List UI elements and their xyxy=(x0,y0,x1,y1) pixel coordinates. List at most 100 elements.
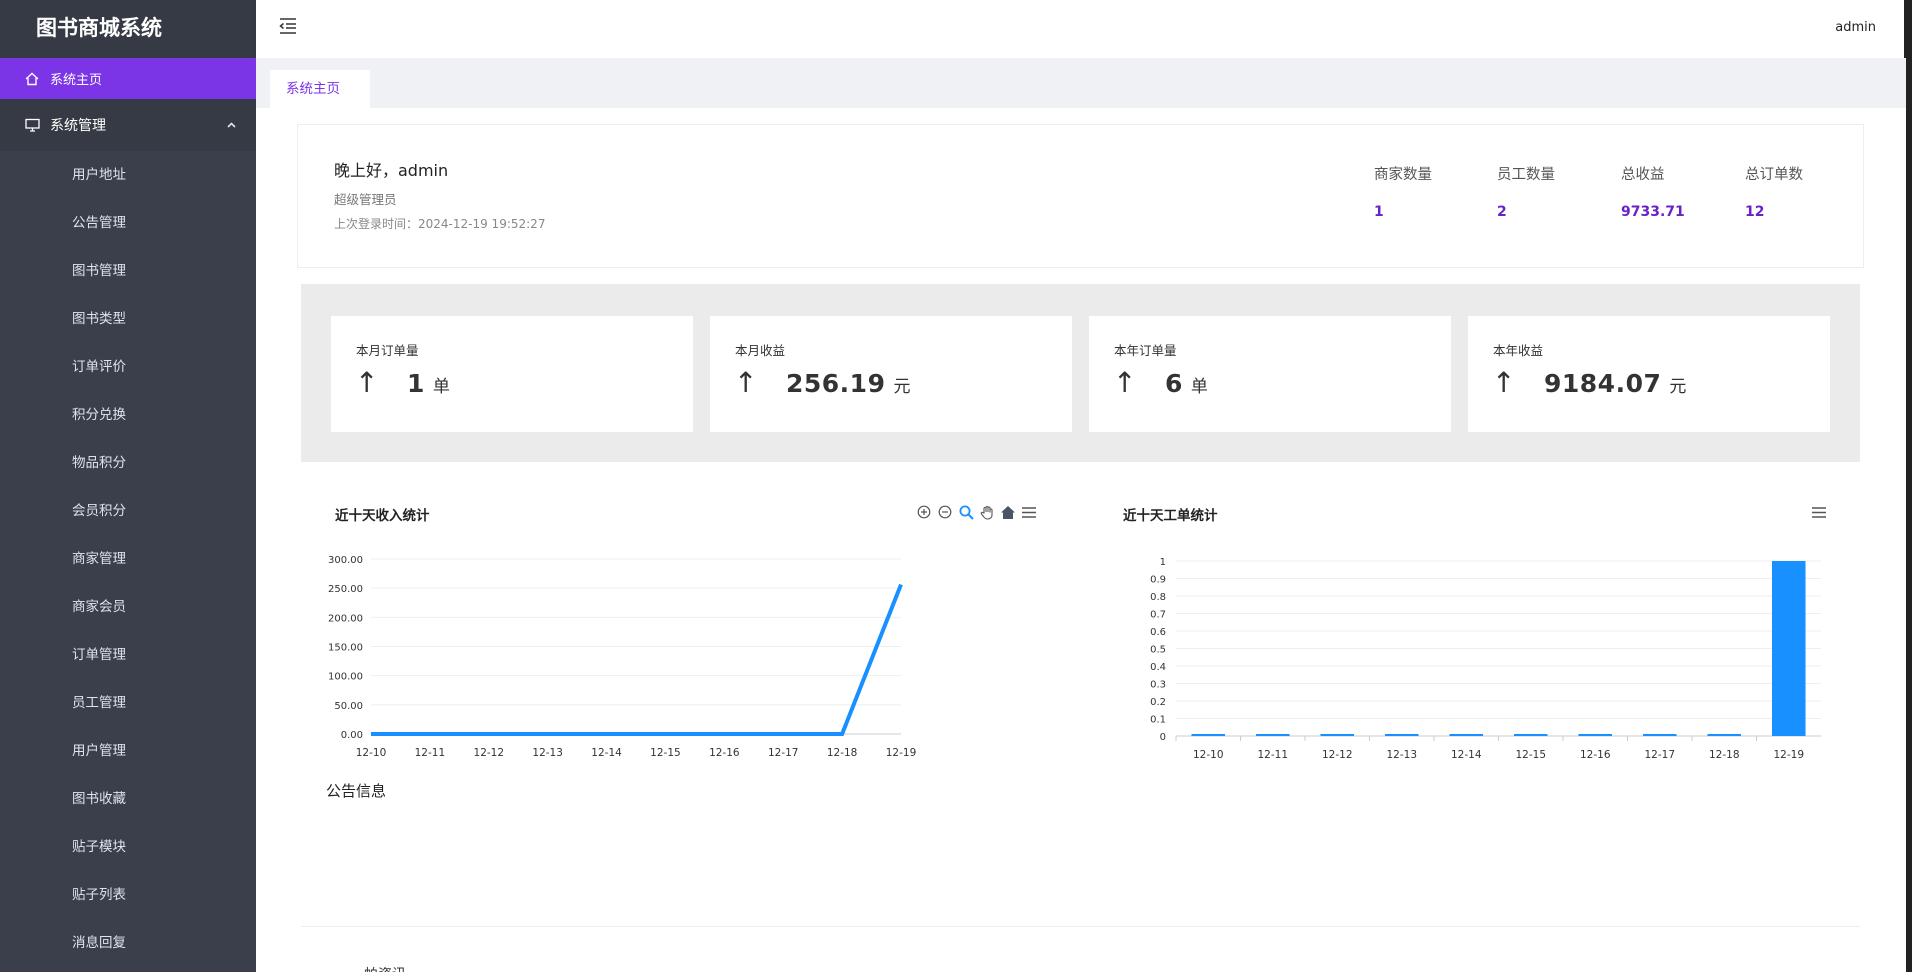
home-reset-icon[interactable] xyxy=(1000,504,1016,520)
sidebar-item[interactable]: 订单管理 xyxy=(0,631,256,679)
chart-income-title: 近十天收入统计 xyxy=(335,508,430,524)
user-menu[interactable]: admin xyxy=(1835,20,1876,35)
zoom-in-icon[interactable] xyxy=(916,504,932,520)
bar xyxy=(1255,734,1290,736)
x-tick-label: 12-16 xyxy=(1580,749,1611,761)
x-tick-label: 12-15 xyxy=(1515,749,1546,761)
sidebar-item[interactable]: 贴子列表 xyxy=(0,871,256,919)
sidebar-item[interactable]: 消息回复 xyxy=(0,919,256,967)
sidebar-item[interactable]: 商家管理 xyxy=(0,535,256,583)
stat-value: 1 xyxy=(1374,204,1384,220)
x-tick-label: 12-17 xyxy=(1644,749,1675,761)
monitor-icon xyxy=(24,117,40,133)
kpi-title: 本年收益 xyxy=(1493,343,1544,358)
sidebar-item[interactable]: 订单评价 xyxy=(0,343,256,391)
x-tick-label: 12-19 xyxy=(886,747,917,759)
brand-title: 图书商城系统 xyxy=(0,0,256,58)
y-tick-label: 0 xyxy=(1160,732,1166,743)
menu-icon[interactable] xyxy=(1811,504,1827,520)
y-tick-label: 50.00 xyxy=(334,701,363,712)
sidebar-item[interactable]: 贴子模块 xyxy=(0,823,256,871)
kpi-value: 6 xyxy=(1165,369,1183,398)
stat-value: 12 xyxy=(1745,204,1765,220)
stat-total-revenue: 总收益 9733.71 xyxy=(1621,163,1731,220)
sidebar-item[interactable]: 图书管理 xyxy=(0,247,256,295)
y-tick-label: 0.6 xyxy=(1150,627,1166,638)
sidebar-item[interactable]: 商家会员 xyxy=(0,583,256,631)
sidebar-item[interactable]: 图书收藏 xyxy=(0,775,256,823)
x-tick-label: 12-10 xyxy=(1193,749,1224,761)
app-root: 图书商城系统 系统主页 系统管理 用户地址 公告管理 图书管理 图书类型 订单评价 积分兑… xyxy=(0,0,1912,972)
y-tick-label: 0.8 xyxy=(1150,592,1166,603)
bar xyxy=(1707,734,1742,736)
greeting-text: 晚上好，admin xyxy=(334,161,449,180)
last-login-text: 上次登录时间：2024-12-19 19:52:27 xyxy=(334,217,546,231)
x-tick-label: 12-18 xyxy=(827,747,858,759)
sidebar-group-system[interactable]: 系统管理 xyxy=(0,99,256,151)
kpi-card-month-revenue: 本月收益 ↑ 256.19 元 xyxy=(710,316,1072,432)
arrow-up-icon: ↑ xyxy=(734,366,758,399)
sidebar-item[interactable]: 用户管理 xyxy=(0,727,256,775)
sidebar: 图书商城系统 系统主页 系统管理 用户地址 公告管理 图书管理 图书类型 订单评价 积分兑… xyxy=(0,0,256,972)
y-tick-label: 0.00 xyxy=(341,730,363,741)
chart-income-toolbar xyxy=(916,504,1037,520)
sidebar-item[interactable]: 员工管理 xyxy=(0,679,256,727)
kpi-value: 9184.07 xyxy=(1544,369,1662,398)
stat-total-orders: 总订单数 12 xyxy=(1745,163,1855,220)
role-text: 超级管理员 xyxy=(334,192,397,207)
x-tick-label: 12-19 xyxy=(1773,749,1804,761)
sidebar-item[interactable]: 物品积分 xyxy=(0,439,256,487)
bar xyxy=(1513,734,1548,736)
notice-item[interactable]: 帕资讯 xyxy=(364,964,406,972)
bar xyxy=(1449,734,1484,736)
bar xyxy=(1642,734,1677,736)
y-tick-label: 0.2 xyxy=(1150,697,1166,708)
y-tick-label: 100.00 xyxy=(328,672,363,683)
stat-value: 2 xyxy=(1497,204,1507,220)
stat-value: 9733.71 xyxy=(1621,204,1685,220)
kpi-card-year-orders: 本年订单量 ↑ 6 单 xyxy=(1089,316,1451,432)
kpi-card-year-revenue: 本年收益 ↑ 9184.07 元 xyxy=(1468,316,1830,432)
search-zoom-icon[interactable] xyxy=(958,504,974,520)
menu-icon[interactable] xyxy=(1021,504,1037,520)
bar xyxy=(1320,734,1355,736)
sidebar-item[interactable]: 积分兑换 xyxy=(0,391,256,439)
sidebar-group-label: 系统管理 xyxy=(50,118,106,134)
tab-home[interactable]: 系统主页 xyxy=(270,70,370,108)
sidebar-item-home[interactable]: 系统主页 xyxy=(0,58,256,99)
x-tick-label: 12-18 xyxy=(1709,749,1740,761)
y-tick-label: 0.3 xyxy=(1150,680,1166,691)
kpi-title: 本年订单量 xyxy=(1114,343,1177,358)
kpi-unit: 元 xyxy=(893,377,911,397)
y-tick-label: 1 xyxy=(1160,557,1166,568)
zoom-out-icon[interactable] xyxy=(937,504,953,520)
x-tick-label: 12-11 xyxy=(1257,749,1288,761)
chart-orders: 0 0.1 0.2 0.3 0.4 0.5 0.6 0.7 0.8 0.9 1 12-10 12-11 1… xyxy=(1150,557,1821,761)
y-tick-label: 0.4 xyxy=(1150,662,1166,673)
bar xyxy=(1384,734,1419,736)
sidebar-item[interactable]: 图书类型 xyxy=(0,295,256,343)
y-tick-label: 0.5 xyxy=(1150,645,1166,656)
sidebar-item-home-label: 系统主页 xyxy=(50,73,103,88)
bar xyxy=(1771,561,1806,736)
chart-income: 0.00 50.00 100.00 150.00 200.00 250.00 300.00 1… xyxy=(328,555,917,759)
arrow-up-icon: ↑ xyxy=(1492,366,1516,399)
sidebar-item[interactable]: 会员积分 xyxy=(0,487,256,535)
y-tick-label: 200.00 xyxy=(328,613,363,624)
welcome-card: 晚上好，admin 超级管理员 上次登录时间：2024-12-19 19:52:… xyxy=(297,124,1864,268)
bar xyxy=(1578,734,1613,736)
pan-hand-icon[interactable] xyxy=(979,504,995,520)
notice-title: 公告信息 xyxy=(326,782,387,800)
sidebar-toggle-icon[interactable] xyxy=(278,17,300,39)
top-header: admin xyxy=(256,0,1906,58)
y-tick-label: 300.00 xyxy=(328,555,363,566)
stat-merchant-count: 商家数量 1 xyxy=(1374,163,1484,220)
y-tick-label: 250.00 xyxy=(328,584,363,595)
kpi-title: 本月收益 xyxy=(735,343,786,358)
kpi-panel: 本月订单量 ↑ 1 单 本月收益 ↑ 256.19 元 本年订单量 ↑ 6 单 … xyxy=(301,284,1860,462)
sidebar-submenu: 用户地址 公告管理 图书管理 图书类型 订单评价 积分兑换 物品积分 会员积分 商家管理 商家会员… xyxy=(0,151,256,967)
sidebar-item[interactable]: 用户地址 xyxy=(0,151,256,199)
x-tick-label: 12-13 xyxy=(532,747,563,759)
stat-staff-count: 员工数量 2 xyxy=(1497,163,1607,220)
sidebar-item[interactable]: 公告管理 xyxy=(0,199,256,247)
